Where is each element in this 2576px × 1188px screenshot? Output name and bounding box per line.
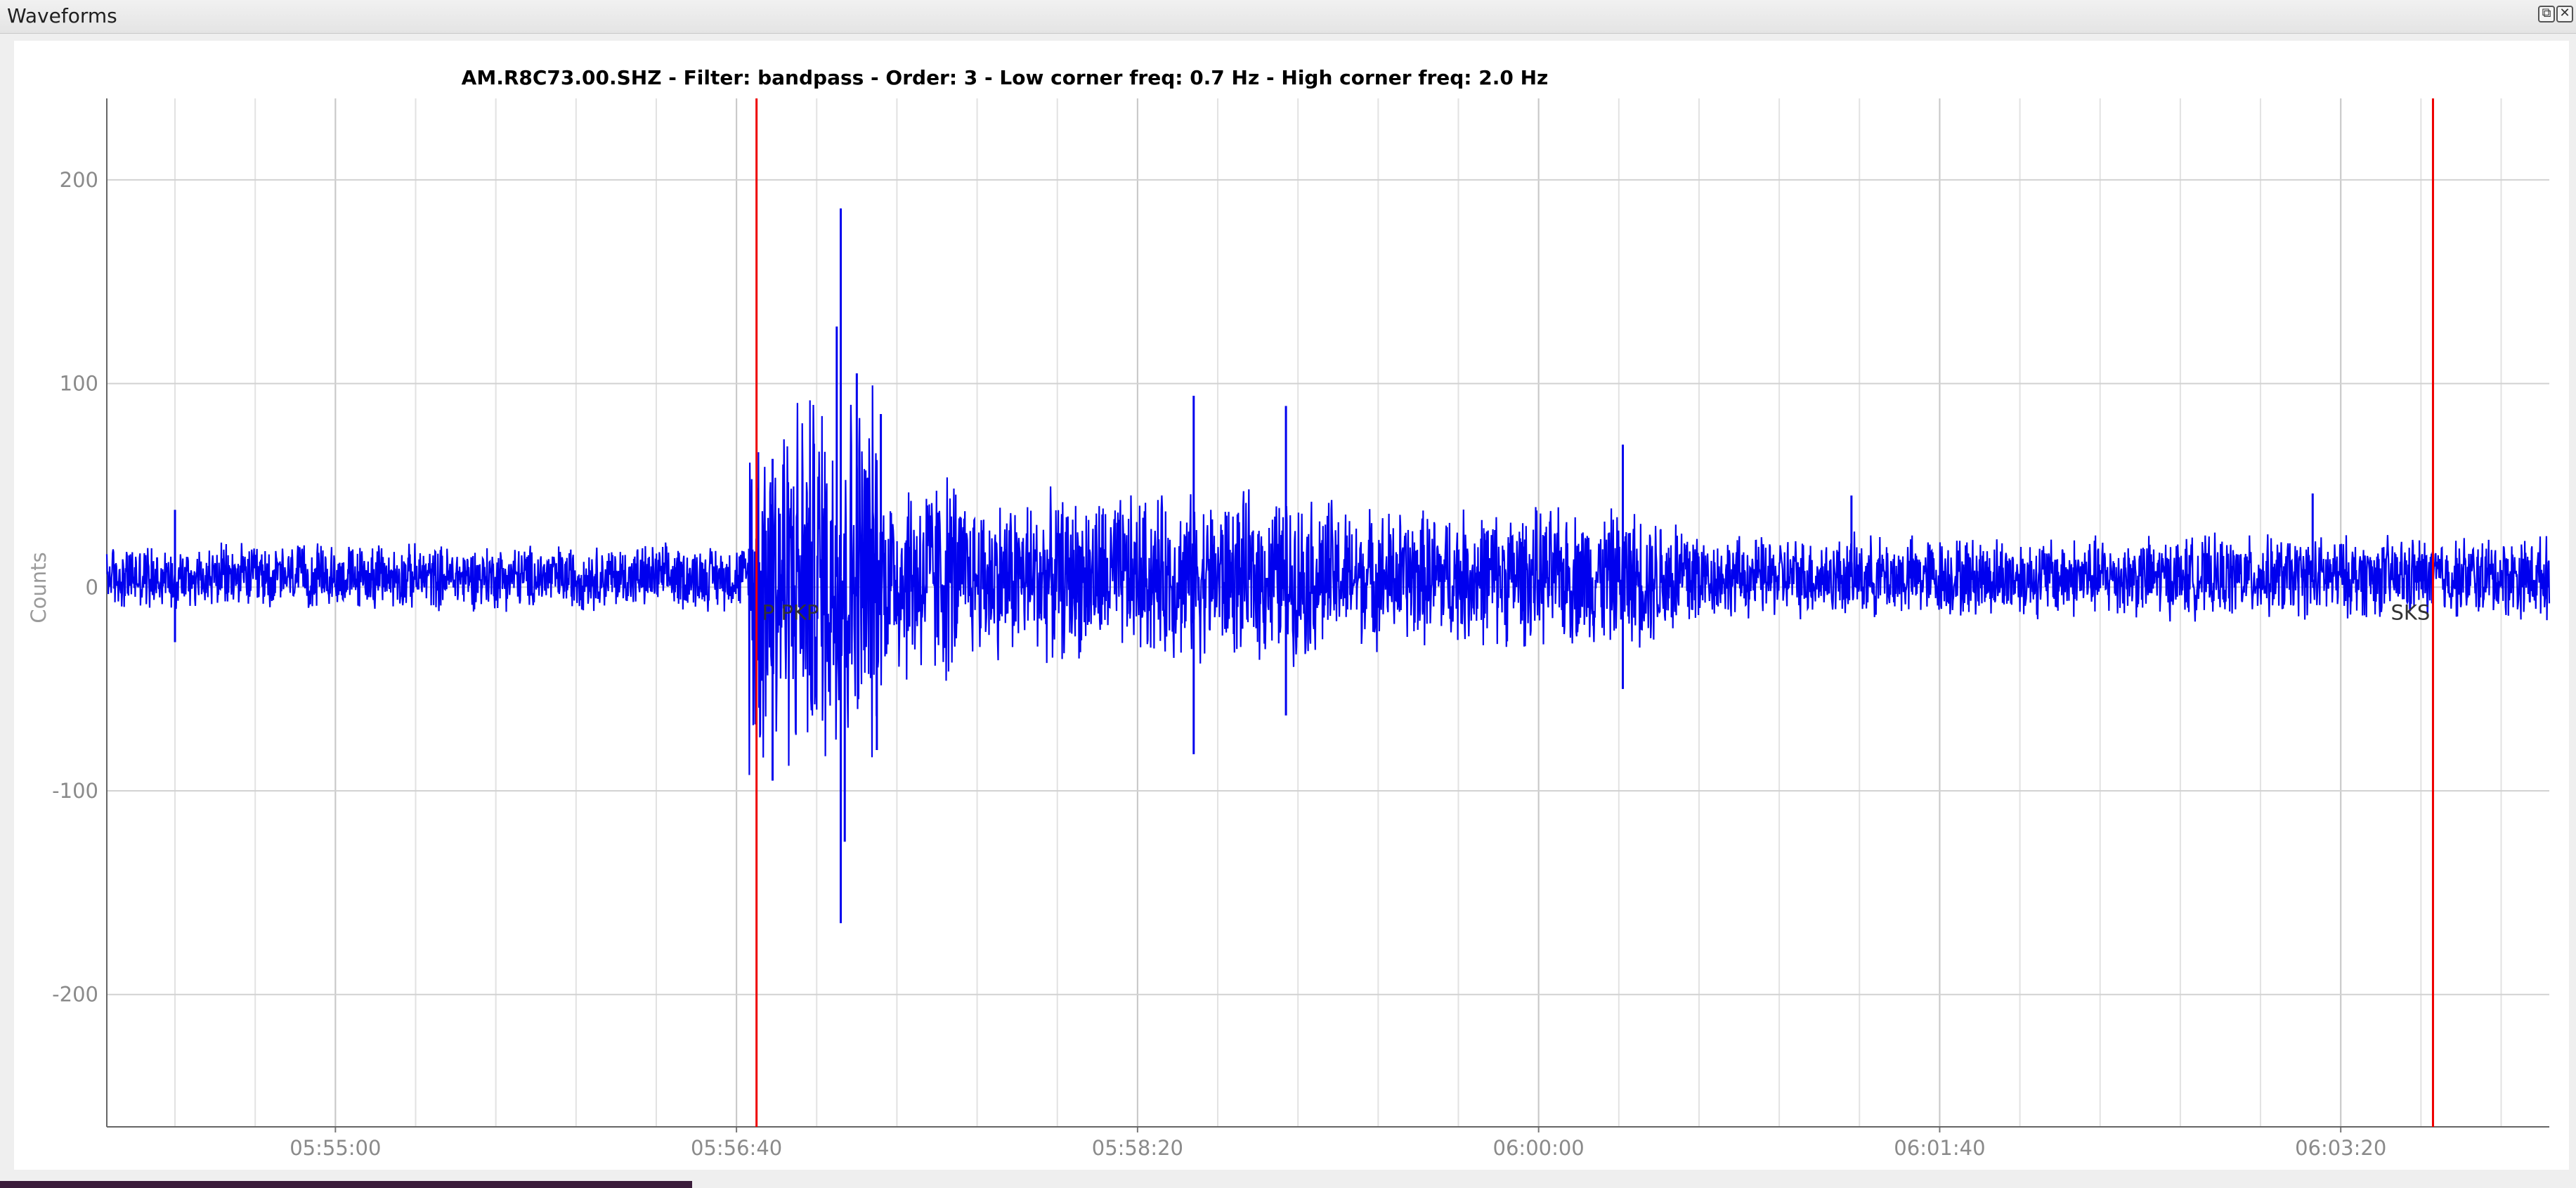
y-tick-label: -200 — [52, 983, 98, 1007]
phase-marker-label: P PKP — [762, 600, 819, 624]
x-tick-label: 05:56:40 — [691, 1136, 782, 1160]
x-tick-label: 05:58:20 — [1092, 1136, 1183, 1160]
x-tick-label: 06:00:00 — [1493, 1136, 1585, 1160]
waveform-series — [105, 208, 2551, 924]
waveforms-window: Waveforms ⧉ ✕ AM.R8C73.00.SHZ - Filter: … — [0, 0, 2576, 1188]
y-tick-label: 200 — [60, 168, 98, 192]
y-tick-label: -100 — [52, 779, 98, 803]
chart-title: AM.R8C73.00.SHZ - Filter: bandpass - Ord… — [462, 66, 1549, 89]
x-tick-label: 05:55:00 — [290, 1136, 381, 1160]
x-tick-label: 06:03:20 — [2295, 1136, 2386, 1160]
waveform-line — [105, 385, 2551, 775]
y-tick-label: 0 — [86, 575, 98, 599]
y-axis-label: Counts — [27, 552, 51, 623]
waveform-chart[interactable]: AM.R8C73.00.SHZ - Filter: bandpass - Ord… — [0, 0, 2576, 1188]
tick-labels: 05:55:00 05:56:40 05:58:20 06:00:00 06:01:40… — [52, 168, 2386, 1160]
x-tick-label: 06:01:40 — [1894, 1136, 1985, 1160]
phase-marker-label: SKS — [2390, 600, 2430, 624]
y-tick-label: 100 — [60, 372, 98, 396]
